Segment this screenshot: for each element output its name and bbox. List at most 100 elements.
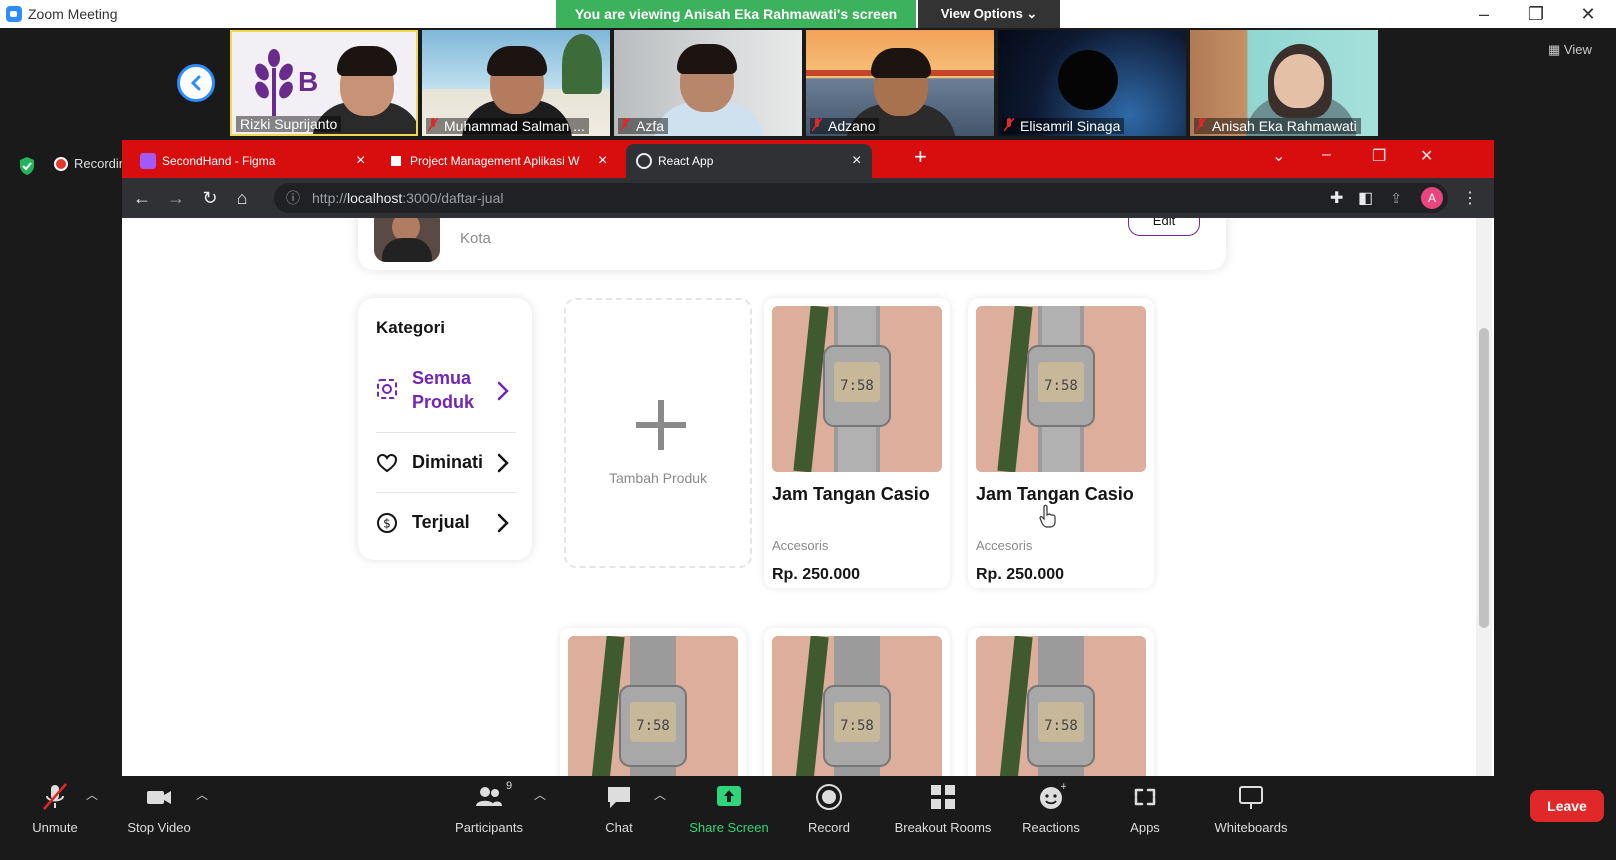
tab-figma[interactable]: SecondHand - Figma × — [130, 144, 374, 178]
close-tab-icon[interactable]: × — [356, 144, 365, 178]
web-page: Kota Edit Kategori Semua Produk Diminati… — [122, 218, 1494, 798]
whiteboard-icon — [1239, 786, 1263, 809]
product-image: 7:58 — [976, 636, 1146, 798]
breakout-rooms-button[interactable]: Breakout Rooms — [888, 780, 998, 850]
home-icon[interactable]: ⌂ — [230, 186, 254, 210]
record-button[interactable]: Record — [774, 780, 884, 850]
browser-minimize-icon[interactable]: – — [1322, 146, 1331, 164]
browser-tab-bar: SecondHand - Figma × Project Management … — [122, 140, 1494, 178]
shared-browser-window: SecondHand - Figma × Project Management … — [122, 140, 1494, 798]
participant-tile[interactable]: Adzano — [806, 30, 994, 136]
browser-close-icon[interactable]: ✕ — [1420, 146, 1433, 166]
zoom-title-bar: Zoom Meeting You are viewing Anisah Eka … — [0, 0, 1616, 28]
globe-icon — [636, 153, 652, 169]
caret-up-icon[interactable]: ︿ — [654, 786, 666, 803]
close-icon[interactable]: ✕ — [1568, 2, 1608, 26]
leave-button[interactable]: Leave — [1530, 790, 1604, 822]
product-card[interactable]: 7:58 — [560, 628, 746, 798]
url-path: :3000/daftar-jual — [402, 190, 504, 206]
scrollbar-thumb[interactable] — [1479, 328, 1489, 628]
svg-text:7:58: 7:58 — [636, 718, 670, 734]
product-card[interactable]: 7:58 — [968, 628, 1154, 798]
svg-text:7:58: 7:58 — [1044, 378, 1078, 394]
page-scrollbar[interactable] — [1476, 218, 1492, 798]
participant-tile[interactable]: Muhammad Salman ... — [422, 30, 610, 136]
close-tab-icon[interactable]: × — [598, 144, 607, 178]
view-options-button[interactable]: View Options ⌄ — [918, 0, 1060, 28]
share-icon[interactable]: ⇪ — [1390, 183, 1402, 213]
add-product-label: Tambah Produk — [608, 470, 708, 486]
participant-tile[interactable]: Elisamril Sinaga — [998, 30, 1186, 136]
info-icon: ⓘ — [286, 190, 300, 206]
forward-arrow-icon[interactable]: → — [164, 186, 188, 210]
chevron-right-icon — [497, 453, 509, 473]
share-screen-label: Share Screen — [689, 820, 769, 835]
figma-icon — [140, 153, 156, 169]
mic-muted-icon — [812, 118, 822, 132]
tab-react-app[interactable]: React App × — [626, 144, 872, 178]
category-item-semua-produk[interactable]: Semua Produk — [376, 356, 516, 426]
product-card[interactable]: 7:58 — [764, 628, 950, 798]
product-card[interactable]: 7:58 Jam Tangan Casio Accesoris Rp. 250.… — [764, 298, 950, 588]
chat-bubble-icon — [608, 787, 630, 808]
breakout-rooms-icon — [931, 785, 955, 809]
tab-project-management[interactable]: Project Management Aplikasi W × — [378, 144, 618, 178]
minimize-icon[interactable]: – — [1464, 2, 1504, 26]
caret-up-icon[interactable]: ︿ — [86, 786, 98, 803]
browser-restore-icon[interactable]: ❐ — [1372, 146, 1386, 166]
whiteboards-button[interactable]: Whiteboards — [1196, 780, 1306, 850]
category-label: Terjual — [412, 512, 470, 532]
video-strip: B Rizki Suprijanto Muhammad Salman ... A… — [0, 28, 1616, 140]
apps-button[interactable]: Apps — [1090, 780, 1200, 850]
participants-button[interactable]: 9 ︿ Participants — [434, 780, 546, 850]
back-arrow-icon[interactable]: ← — [130, 186, 154, 210]
category-item-diminati[interactable]: Diminati — [376, 438, 516, 488]
extensions-icon[interactable]: ✚ — [1330, 188, 1343, 208]
add-product-card[interactable]: Tambah Produk — [564, 298, 752, 568]
category-item-terjual[interactable]: $ Terjual — [376, 498, 516, 548]
share-screen-button[interactable]: Share Screen — [674, 780, 784, 850]
participant-tile[interactable]: B Rizki Suprijanto — [230, 30, 418, 136]
previous-page-button[interactable] — [177, 64, 215, 102]
view-button[interactable]: ▦ View — [1548, 42, 1592, 58]
url-prefix: http:// — [312, 190, 348, 206]
hand-cursor-icon — [1039, 504, 1056, 528]
heart-icon — [376, 453, 398, 473]
participant-tile[interactable]: Anisah Eka Rahmawati — [1190, 30, 1378, 136]
more-menu-icon[interactable]: ⋮ — [1462, 188, 1478, 208]
edit-profile-button[interactable]: Edit — [1128, 218, 1200, 236]
mic-muted-icon — [428, 118, 438, 132]
shield-icon[interactable] — [18, 156, 36, 176]
apps-icon — [1134, 788, 1156, 806]
new-tab-icon[interactable]: + — [914, 144, 927, 170]
divider — [376, 432, 516, 433]
unmute-button[interactable]: ︿ Unmute — [0, 780, 110, 850]
chat-button[interactable]: ︿ Chat — [564, 780, 674, 850]
caret-up-icon[interactable]: ︿ — [534, 786, 546, 803]
svg-text:7:58: 7:58 — [1044, 718, 1078, 734]
chat-label: Chat — [605, 820, 633, 835]
svg-text:$: $ — [383, 517, 391, 531]
stop-video-button[interactable]: ︿ Stop Video — [104, 780, 214, 850]
tab-label: React App — [658, 154, 714, 168]
chevron-right-icon — [497, 381, 509, 401]
close-tab-icon[interactable]: × — [852, 144, 861, 178]
dollar-circle-icon: $ — [377, 513, 397, 533]
restore-icon[interactable]: ❐ — [1516, 2, 1556, 26]
caret-up-icon[interactable]: ︿ — [196, 786, 208, 803]
mic-muted-icon — [1004, 118, 1014, 132]
tab-label: SecondHand - Figma — [162, 154, 276, 168]
participants-label: Participants — [455, 820, 523, 835]
tab-label: Project Management Aplikasi W — [410, 154, 580, 168]
side-panel-icon[interactable]: ◧ — [1358, 188, 1373, 208]
seller-avatar — [374, 218, 440, 262]
tab-search-icon[interactable]: ⌄ — [1272, 146, 1285, 166]
participant-tile[interactable]: Azfa — [614, 30, 802, 136]
address-bar[interactable]: ⓘ http://localhost:3000/daftar-jual ⇪ ☆ — [274, 183, 1448, 213]
reload-icon[interactable]: ↻ — [198, 186, 222, 210]
product-image: 7:58 — [772, 306, 942, 472]
profile-avatar[interactable]: A — [1421, 187, 1443, 209]
brand-logo-letter: B — [298, 66, 319, 97]
category-label: Semua Produk — [412, 368, 475, 412]
product-card[interactable]: 7:58 Jam Tangan Casio Accesoris Rp. 250.… — [968, 298, 1154, 588]
